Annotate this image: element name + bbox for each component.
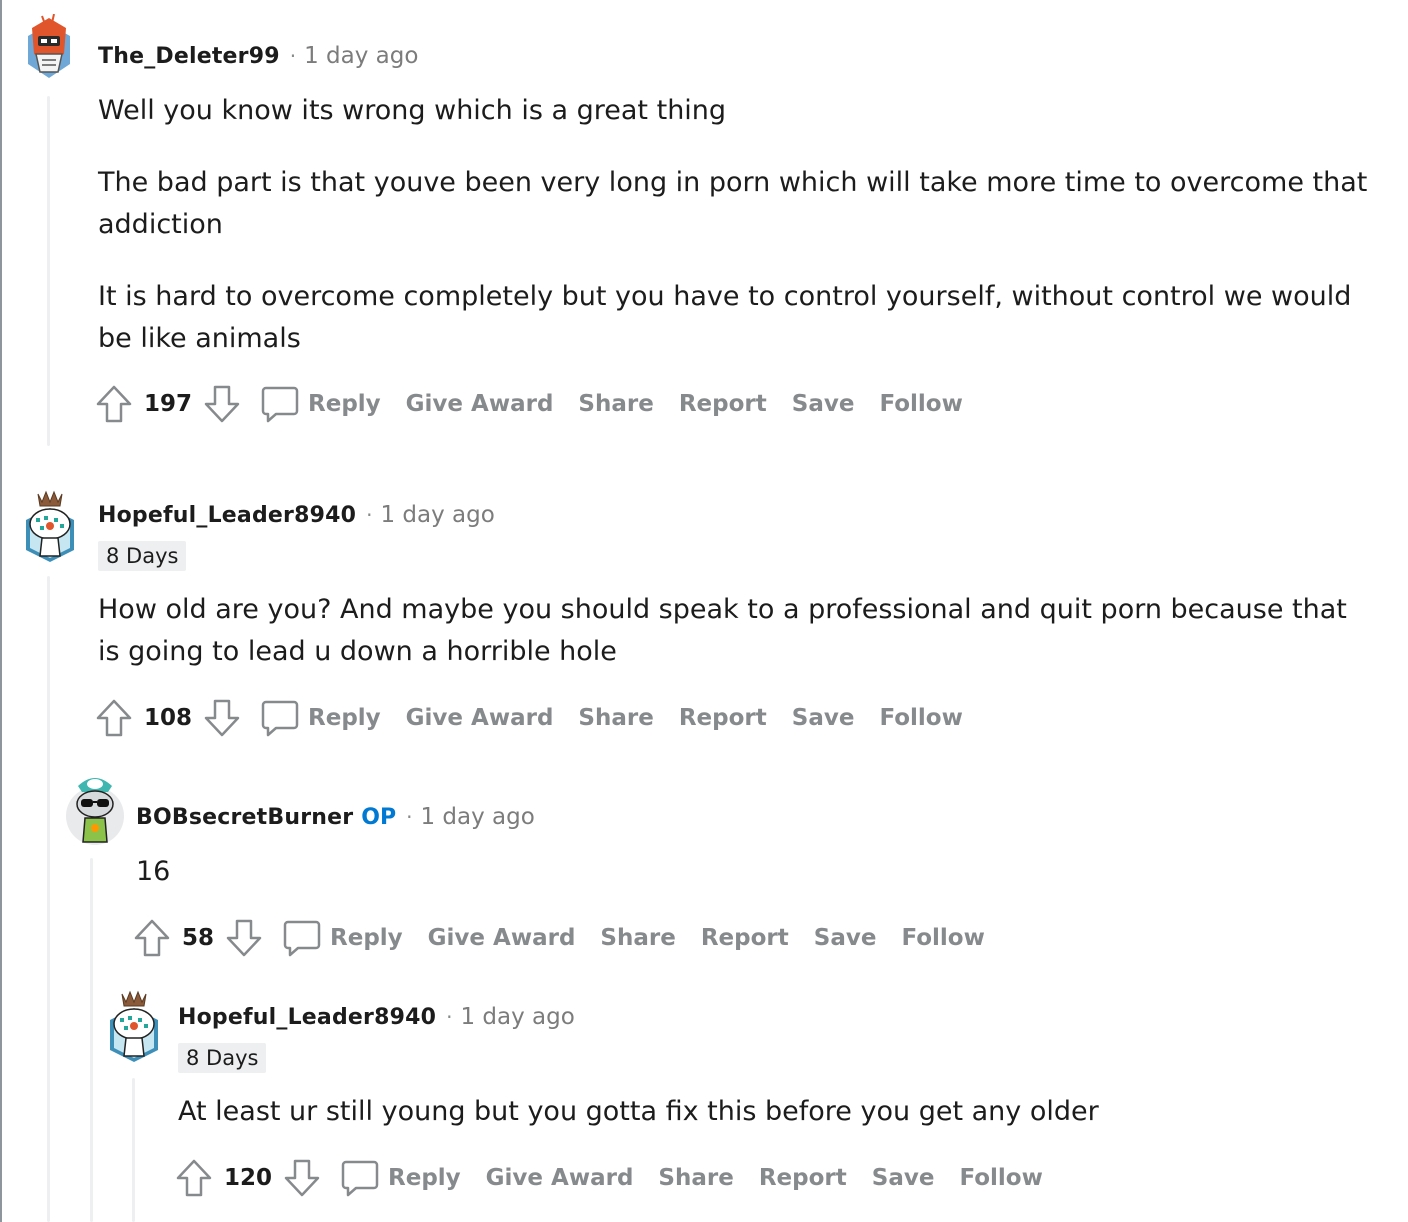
comment-paragraph: The bad part is that youve been very lon…: [98, 167, 1368, 240]
reply-icon-button[interactable]: [258, 696, 302, 740]
user-avatar[interactable]: [64, 770, 126, 846]
snoo-avatar-icon: [110, 990, 158, 1062]
username-link[interactable]: The_Deleter99: [98, 44, 280, 69]
vote-score: 197: [144, 391, 193, 417]
username-link[interactable]: Hopeful_Leader8940: [178, 1005, 436, 1030]
comment-action-bar: 108 Reply Give Award Share Report Save F…: [94, 696, 963, 740]
comment-header: BOBsecretBurner OP · 1 day ago: [136, 802, 535, 832]
user-flair: 8 Days: [178, 1043, 267, 1073]
upvote-button[interactable]: [174, 1156, 214, 1200]
report-button[interactable]: Report: [701, 925, 789, 951]
reply-button[interactable]: Reply: [308, 391, 381, 417]
username-link[interactable]: BOBsecretBurner: [136, 805, 353, 830]
report-button[interactable]: Report: [679, 391, 767, 417]
reply-icon-button[interactable]: [280, 916, 324, 960]
separator-dot: ·: [289, 44, 297, 68]
timestamp-link[interactable]: 1 day ago: [380, 502, 494, 528]
downvote-arrow-icon: [204, 699, 240, 737]
robot-avatar-icon: [28, 14, 70, 78]
reply-button[interactable]: Reply: [330, 925, 403, 951]
report-button[interactable]: Report: [759, 1165, 847, 1191]
reply-button[interactable]: Reply: [388, 1165, 461, 1191]
report-button[interactable]: Report: [679, 705, 767, 731]
comment-header: The_Deleter99 · 1 day ago: [98, 41, 418, 71]
downvote-arrow-icon: [226, 919, 262, 957]
follow-button[interactable]: Follow: [959, 1165, 1042, 1191]
username-link[interactable]: Hopeful_Leader8940: [98, 503, 356, 528]
vote-score: 120: [224, 1165, 273, 1191]
share-button[interactable]: Share: [600, 925, 675, 951]
give-award-button[interactable]: Give Award: [486, 1165, 634, 1191]
separator-dot: ·: [406, 805, 413, 829]
timestamp-link[interactable]: 1 day ago: [304, 43, 418, 69]
comment-bubble-icon: [261, 386, 299, 423]
share-button[interactable]: Share: [578, 705, 653, 731]
op-badge: OP: [361, 804, 397, 830]
follow-button[interactable]: Follow: [879, 391, 962, 417]
follow-button[interactable]: Follow: [879, 705, 962, 731]
user-flair: 8 Days: [98, 541, 187, 571]
comment-body: 16: [136, 851, 1366, 893]
comment-action-bar: 120 Reply Give Award Share Report Save F…: [174, 1156, 1043, 1200]
comment-paragraph: Well you know its wrong which is a great…: [98, 95, 727, 126]
timestamp-link[interactable]: 1 day ago: [420, 804, 534, 830]
save-button[interactable]: Save: [872, 1165, 935, 1191]
separator-dot: ·: [446, 1005, 453, 1029]
reply-icon-button[interactable]: [258, 382, 302, 426]
give-award-button[interactable]: Give Award: [406, 391, 554, 417]
thread-line[interactable]: [47, 96, 50, 446]
comment-bubble-icon: [261, 700, 299, 737]
vote-score: 58: [182, 925, 215, 951]
upvote-arrow-icon: [96, 385, 132, 423]
comment-bubble-icon: [341, 1160, 379, 1197]
comment-paragraph: At least ur still young but you gotta fi…: [178, 1096, 1099, 1127]
share-button[interactable]: Share: [658, 1165, 733, 1191]
upvote-arrow-icon: [176, 1159, 212, 1197]
upvote-arrow-icon: [134, 919, 170, 957]
downvote-button[interactable]: [224, 916, 264, 960]
comment-paragraph: It is hard to overcome completely but yo…: [98, 281, 1352, 354]
vote-score: 108: [144, 705, 193, 731]
reply-icon-button[interactable]: [338, 1156, 382, 1200]
reply-button[interactable]: Reply: [308, 705, 381, 731]
downvote-button[interactable]: [202, 382, 242, 426]
thread-line[interactable]: [132, 1078, 135, 1222]
comment-paragraph: How old are you? And maybe you should sp…: [98, 594, 1347, 667]
thread-line[interactable]: [90, 858, 93, 1222]
comment-body: At least ur still young but you gotta fi…: [178, 1091, 1368, 1133]
comment-bubble-icon: [283, 920, 321, 957]
downvote-button[interactable]: [282, 1156, 322, 1200]
comment-header: Hopeful_Leader8940 · 1 day ago: [98, 500, 495, 530]
comment-body: Well you know its wrong which is a great…: [98, 90, 1368, 360]
give-award-button[interactable]: Give Award: [428, 925, 576, 951]
comment-paragraph: 16: [136, 856, 171, 887]
comment-action-bar: 58 Reply Give Award Share Report Save Fo…: [132, 916, 985, 960]
user-avatar[interactable]: [20, 488, 80, 564]
save-button[interactable]: Save: [814, 925, 877, 951]
downvote-arrow-icon: [284, 1159, 320, 1197]
follow-button[interactable]: Follow: [901, 925, 984, 951]
timestamp-link[interactable]: 1 day ago: [460, 1004, 574, 1030]
separator-dot: ·: [366, 503, 373, 527]
share-button[interactable]: Share: [578, 391, 653, 417]
upvote-button[interactable]: [132, 916, 172, 960]
downvote-button[interactable]: [202, 696, 242, 740]
sunglasses-snoo-avatar-icon: [66, 778, 124, 845]
save-button[interactable]: Save: [792, 705, 855, 731]
user-avatar[interactable]: [104, 988, 164, 1064]
comment-header: Hopeful_Leader8940 · 1 day ago: [178, 1002, 575, 1032]
user-avatar[interactable]: [20, 14, 78, 84]
save-button[interactable]: Save: [792, 391, 855, 417]
give-award-button[interactable]: Give Award: [406, 705, 554, 731]
thread-line[interactable]: [47, 576, 50, 1222]
upvote-arrow-icon: [96, 699, 132, 737]
upvote-button[interactable]: [94, 696, 134, 740]
window-left-edge: [0, 0, 2, 1222]
snoo-avatar-icon: [26, 490, 74, 562]
comment-body: How old are you? And maybe you should sp…: [98, 589, 1368, 673]
downvote-arrow-icon: [204, 385, 240, 423]
upvote-button[interactable]: [94, 382, 134, 426]
comment-action-bar: 197 Reply Give Award Share Report Save F…: [94, 382, 963, 426]
